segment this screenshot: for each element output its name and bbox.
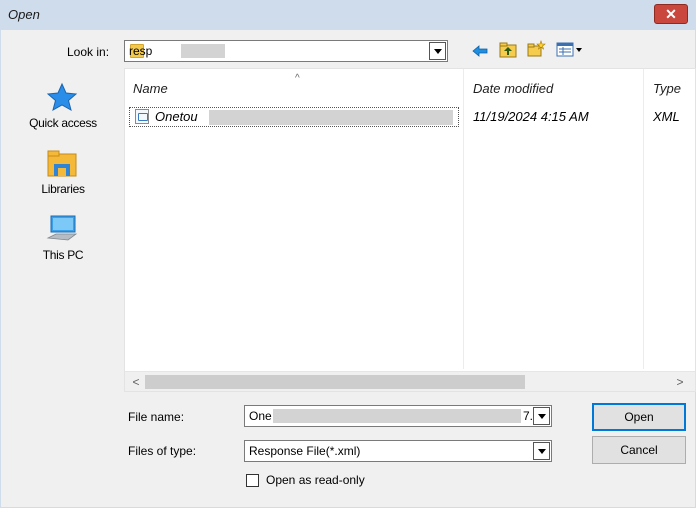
cancel-button[interactable]: Cancel [592,436,686,464]
redacted-filename [209,110,453,125]
filetype-dropdown[interactable]: Response File(*.xml) [244,440,552,462]
filetype-label: Files of type: [128,444,197,458]
filename-label: File name: [128,410,185,424]
scroll-left-icon[interactable]: < [127,374,145,390]
close-icon: ✕ [665,6,677,22]
chevron-down-icon[interactable] [533,407,550,425]
chevron-down-icon[interactable] [533,442,550,460]
libraries-folder-icon [47,150,77,177]
chevron-down-icon[interactable] [429,42,446,60]
back-arrow-icon[interactable] [470,42,490,60]
place-libraries[interactable]: Libraries [8,142,118,202]
filename-combobox[interactable]: One 7. [244,405,552,427]
redacted-filename [273,409,521,423]
xml-file-icon [135,109,149,124]
close-button[interactable]: ✕ [654,4,688,24]
file-type: XML [653,109,680,124]
filename-value: One [249,409,272,423]
place-quick-access[interactable]: Quick access [8,76,118,136]
filename-value-tail: 7. [523,409,534,423]
places-bar: Quick access Libraries This PC [8,68,118,288]
scroll-right-icon[interactable]: > [671,374,689,390]
place-label: This PC [42,248,84,262]
lookin-label: Look in: [67,45,110,59]
lookin-value: resp [129,44,153,58]
file-row[interactable]: Onetou 11/19/2024 4:15 AM XML [129,107,693,127]
place-label: Quick access [29,116,97,130]
file-list[interactable]: Name ^ Date modified Type Onetou 11/19/2… [124,68,696,392]
readonly-checkbox[interactable] [246,474,259,487]
filetype-value: Response File(*.xml) [249,444,361,458]
place-label: Libraries [41,182,85,196]
place-this-pc[interactable]: This PC [8,208,118,268]
sort-ascending-icon: ^ [295,73,300,84]
star-icon [46,82,78,112]
file-date: 11/19/2024 4:15 AM [473,109,589,124]
file-name: Onetou [155,109,198,124]
computer-icon [46,215,78,241]
window-title: Open [8,7,40,22]
view-menu-icon[interactable] [556,41,586,59]
redacted-path [181,44,225,58]
readonly-label: Open as read-only [266,473,365,487]
lookin-dropdown[interactable]: resp [124,40,448,62]
open-button[interactable]: Open [592,403,686,431]
new-folder-icon[interactable] [526,40,546,58]
scroll-thumb[interactable] [145,375,525,389]
up-one-level-icon[interactable] [498,41,518,59]
horizontal-scrollbar[interactable]: < > [125,371,695,391]
title-bar: Open ✕ [0,0,696,30]
